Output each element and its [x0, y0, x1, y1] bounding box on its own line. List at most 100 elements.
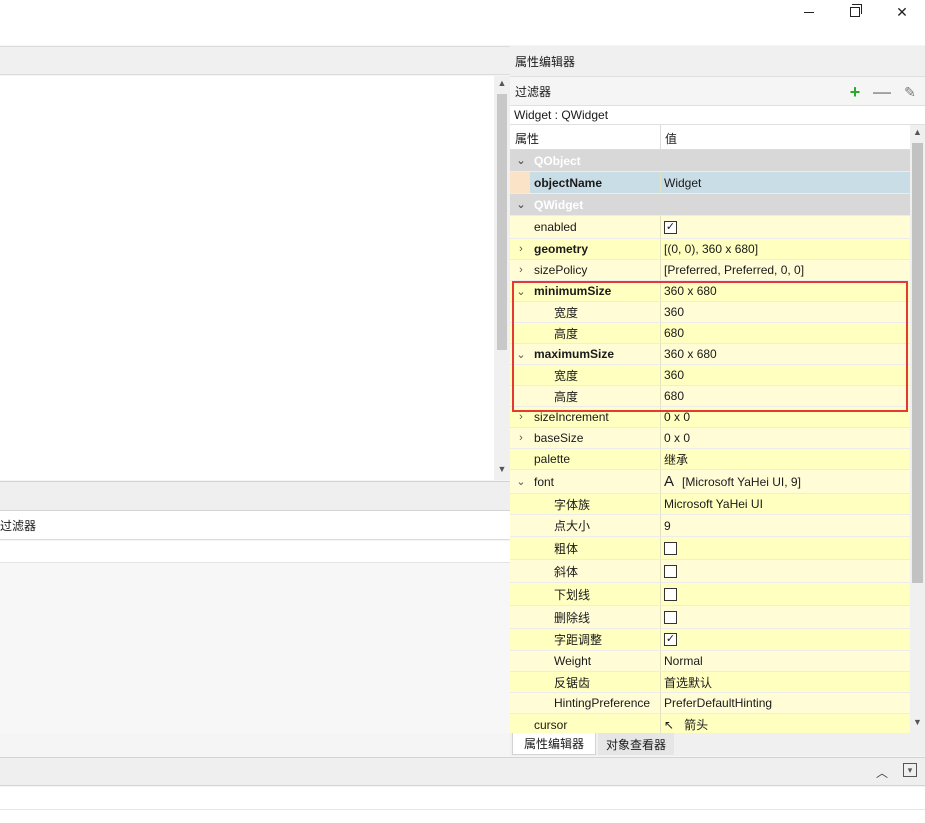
form-editor-canvas[interactable] — [0, 76, 494, 480]
property-value[interactable]: ✓ — [664, 220, 677, 234]
property-filter-label[interactable]: 过滤器 — [515, 83, 551, 100]
property-row[interactable]: › baseSize 0 x 0 — [510, 428, 910, 449]
property-row[interactable]: 字体族 Microsoft YaHei UI — [510, 494, 910, 515]
tab-label: 属性编辑器 — [523, 737, 584, 751]
collapse-arrow-icon[interactable]: ⌄ — [514, 198, 528, 211]
property-row[interactable]: ⌄ font A [Microsoft YaHei UI, 9] — [510, 470, 910, 494]
checkbox-unchecked[interactable] — [664, 541, 677, 555]
dock-menu-icon[interactable]: ▾ — [903, 763, 917, 777]
property-value[interactable]: 680 — [664, 389, 684, 403]
property-value[interactable] — [664, 564, 677, 578]
scroll-down-icon[interactable]: ▼ — [497, 464, 507, 474]
checkbox-checked[interactable]: ✓ — [664, 220, 677, 234]
tab-property-editor[interactable]: 属性编辑器 — [512, 733, 596, 755]
property-value[interactable]: 360 x 680 — [664, 347, 717, 361]
property-category-row[interactable]: ⌄ QWidget — [510, 194, 910, 216]
property-name: sizeIncrement — [534, 410, 609, 424]
property-row[interactable]: 宽度 360 — [510, 365, 910, 386]
property-row[interactable]: enabled ✓ — [510, 216, 910, 239]
expand-arrow-icon[interactable]: › — [514, 243, 528, 255]
property-row[interactable]: 高度 680 — [510, 323, 910, 344]
left-filter-input[interactable] — [0, 541, 510, 563]
property-value[interactable]: Normal — [664, 654, 703, 668]
scroll-down-icon[interactable]: ▼ — [912, 717, 923, 727]
property-row[interactable]: ⌄ minimumSize 360 x 680 — [510, 281, 910, 302]
column-value[interactable]: 值 — [665, 130, 677, 147]
property-value[interactable]: [(0, 0), 360 x 680] — [664, 242, 758, 256]
left-list-area[interactable] — [0, 563, 510, 733]
checkbox-unchecked[interactable] — [664, 610, 677, 624]
property-row[interactable]: 斜体 — [510, 560, 910, 583]
property-name: geometry — [534, 242, 589, 256]
property-value[interactable]: ✓ — [664, 633, 677, 646]
property-value[interactable]: 360 x 680 — [664, 284, 717, 298]
property-row[interactable]: 下划线 — [510, 583, 910, 606]
property-value[interactable]: [Preferred, Preferred, 0, 0] — [664, 263, 804, 277]
property-row[interactable]: palette 继承 — [510, 449, 910, 470]
property-value[interactable]: A [Microsoft YaHei UI, 9] — [664, 473, 801, 490]
property-table: ⌄ QObject objectName Widget ⌄ QWidget enabled ✓… — [510, 150, 910, 733]
minimize-button[interactable] — [786, 0, 832, 24]
property-value[interactable]: 360 — [664, 368, 684, 382]
property-row[interactable]: 反锯齿 首选默认 — [510, 672, 910, 693]
property-table-scrollbar[interactable]: ▲ ▼ — [910, 125, 925, 733]
checkbox-checked[interactable]: ✓ — [664, 633, 677, 646]
checkbox-unchecked[interactable] — [664, 587, 677, 601]
property-value[interactable]: 首选默认 — [664, 674, 712, 691]
add-property-icon[interactable]: + — [846, 83, 864, 101]
configure-icon[interactable]: ✎ — [901, 83, 919, 101]
property-value-text: 0 x 0 — [664, 431, 691, 445]
checkbox-unchecked[interactable] — [664, 564, 677, 578]
property-row[interactable]: 粗体 — [510, 537, 910, 560]
property-row[interactable]: HintingPreference PreferDefaultHinting — [510, 693, 910, 714]
property-value[interactable] — [664, 587, 677, 601]
property-value[interactable]: Microsoft YaHei UI — [664, 497, 763, 511]
restore-button[interactable] — [832, 0, 878, 24]
expand-arrow-icon[interactable]: › — [514, 264, 528, 276]
remove-property-icon[interactable]: — — [873, 83, 891, 101]
left-filter-label: 过滤器 — [0, 518, 37, 533]
property-value-text: PreferDefaultHinting — [664, 696, 773, 710]
property-row[interactable]: cursor ↖ 箭头 — [510, 714, 910, 733]
property-category-row[interactable]: ⌄ QObject — [510, 150, 910, 172]
property-value[interactable]: 继承 — [664, 451, 688, 468]
property-value[interactable]: 0 x 0 — [664, 431, 690, 445]
expand-arrow-icon[interactable]: › — [514, 411, 528, 423]
close-button[interactable]: ✕ — [879, 0, 925, 24]
form-editor-header — [0, 46, 510, 75]
scroll-thumb[interactable] — [497, 94, 507, 350]
form-editor-scrollbar[interactable]: ▲ ▼ — [494, 76, 510, 480]
property-value[interactable] — [664, 541, 677, 555]
property-value[interactable] — [664, 610, 677, 624]
property-row[interactable]: objectName Widget — [510, 172, 910, 194]
property-row[interactable]: ⌄ maximumSize 360 x 680 — [510, 344, 910, 365]
property-row[interactable]: Weight Normal — [510, 651, 910, 672]
column-property[interactable]: 属性 — [515, 130, 539, 147]
property-value[interactable]: PreferDefaultHinting — [664, 696, 772, 710]
tab-object-inspector[interactable]: 对象查看器 — [598, 733, 674, 755]
property-value[interactable]: ↖ 箭头 — [664, 716, 708, 733]
property-row[interactable]: › sizePolicy [Preferred, Preferred, 0, 0] — [510, 260, 910, 281]
property-value[interactable]: 9 — [664, 519, 671, 533]
property-value[interactable]: Widget — [664, 176, 701, 190]
scroll-thumb[interactable] — [912, 143, 923, 583]
collapse-arrow-icon[interactable]: ⌄ — [514, 154, 528, 167]
collapse-arrow-icon[interactable]: ⌄ — [514, 348, 528, 361]
property-row[interactable]: › geometry [(0, 0), 360 x 680] — [510, 239, 910, 260]
property-value[interactable]: 360 — [664, 305, 684, 319]
scroll-up-icon[interactable]: ▲ — [497, 78, 507, 88]
property-value[interactable]: 680 — [664, 326, 684, 340]
property-row[interactable]: 字距调整 ✓ — [510, 629, 910, 651]
property-row[interactable]: 宽度 360 — [510, 302, 910, 323]
property-row[interactable]: › sizeIncrement 0 x 0 — [510, 407, 910, 428]
scroll-up-icon[interactable]: ▲ — [912, 127, 923, 137]
collapse-arrow-icon[interactable]: ⌄ — [514, 285, 528, 298]
property-row[interactable]: 高度 680 — [510, 386, 910, 407]
expand-arrow-icon[interactable]: › — [514, 432, 528, 444]
property-row[interactable]: 点大小 9 — [510, 515, 910, 537]
property-value-text: 9 — [664, 518, 671, 533]
property-row[interactable]: 删除线 — [510, 606, 910, 629]
collapse-arrow-icon[interactable]: ⌄ — [514, 475, 528, 488]
property-value[interactable]: 0 x 0 — [664, 410, 690, 424]
collapse-icon[interactable]: ︿ — [876, 764, 888, 781]
